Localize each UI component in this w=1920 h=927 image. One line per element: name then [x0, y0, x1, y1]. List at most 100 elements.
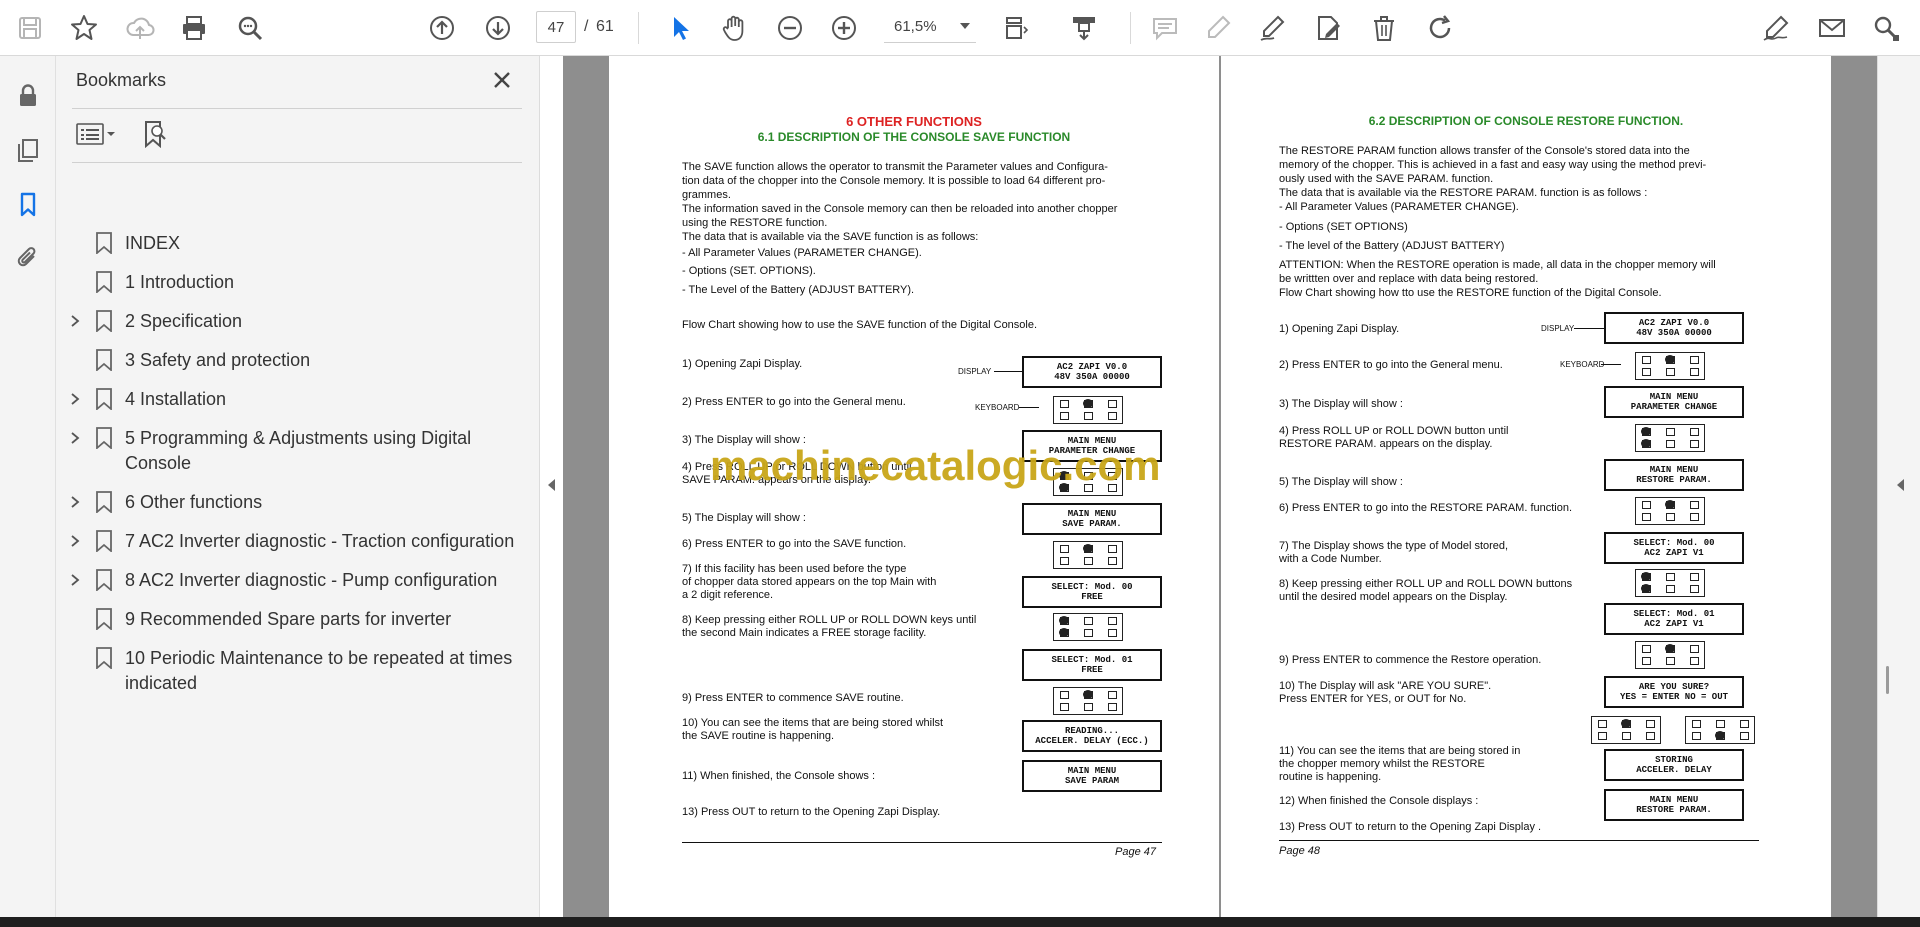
console-display: SELECT: Mod. 00 FREE: [1022, 576, 1162, 608]
chevron-right-icon[interactable]: [70, 574, 80, 586]
step-text: 12) When finished the Console displays :: [1279, 795, 1479, 807]
bookmark-flag-icon: [96, 530, 112, 552]
console-display: SELECT: Mod. 01 FREE: [1022, 649, 1162, 681]
bookmark-flag-icon: [96, 647, 112, 669]
bookmark-flag-icon: [96, 427, 112, 449]
bookmark-label: 10 Periodic Maintenance to be repeated a…: [125, 648, 513, 693]
bookmark-label: 8 AC2 Inverter diagnostic - Pump configu…: [125, 570, 498, 590]
display-label: DISPLAY: [1541, 324, 1575, 333]
bullet-item: - The level of the Battery (ADJUST BATTE…: [1279, 240, 1505, 252]
bookmark-flag-icon: [96, 608, 112, 630]
step-text: 7) If this facility has been used before…: [682, 563, 937, 601]
page-number-input[interactable]: 47: [536, 11, 576, 43]
select-cursor-icon[interactable]: [660, 8, 700, 48]
chevron-right-icon[interactable]: [70, 315, 80, 327]
console-display: MAIN MENU SAVE PARAM.: [1022, 503, 1162, 535]
display-line: YES = ENTER NO = OUT: [1619, 692, 1729, 702]
chevron-right-icon[interactable]: [70, 496, 80, 508]
close-icon[interactable]: [488, 66, 516, 94]
chevron-right-icon[interactable]: [70, 535, 80, 547]
taskbar-strip: [0, 917, 1920, 927]
scrollbar-thumb[interactable]: [1886, 666, 1889, 694]
step-text: 5) The Display will show :: [682, 512, 806, 524]
keyboard-diagram: [1635, 569, 1705, 597]
display-line: SELECT: Mod. 01: [1633, 609, 1715, 619]
console-display: READING... ACCELER. DELAY (ECC.): [1022, 720, 1162, 752]
highlight-icon[interactable]: [1198, 8, 1238, 48]
attachment-icon[interactable]: [8, 238, 48, 278]
collapse-panel-icon[interactable]: [546, 478, 556, 492]
bookmark-flag-icon: [96, 232, 112, 254]
bookmark-label: INDEX: [125, 233, 181, 253]
page-up-icon[interactable]: [422, 8, 462, 48]
page-footer: Page 48: [1279, 845, 1320, 857]
intro-paragraph: The RESTORE PARAM function allows transf…: [1279, 145, 1707, 213]
draw-icon[interactable]: [1252, 8, 1292, 48]
print-icon[interactable]: [174, 8, 214, 48]
bullet-item: - All Parameter Values (PARAMETER CHANGE…: [682, 247, 922, 259]
zoom-search-icon[interactable]: [230, 8, 270, 48]
cloud-upload-icon[interactable]: [120, 8, 160, 48]
bookmark-flag-icon: [96, 491, 112, 513]
console-display: AC2 ZAPI V0.0 48V 350A 00000: [1022, 356, 1162, 388]
display-line: SELECT: Mod. 00: [1051, 582, 1133, 592]
bullet-item: - Options (SET. OPTIONS).: [682, 265, 816, 277]
step-text: 3) The Display will show :: [1279, 398, 1403, 410]
page-subheading: 6.2 DESCRIPTION OF CONSOLE RESTORE FUNCT…: [1368, 114, 1684, 128]
page-subheading: 6.1 DESCRIPTION OF THE CONSOLE SAVE FUNC…: [757, 130, 1071, 144]
step-text: 4) Press ROLL UP or ROLL DOWN button unt…: [1279, 425, 1509, 450]
zoom-in-icon[interactable]: [824, 8, 864, 48]
display-line: MAIN MENU: [1649, 465, 1699, 475]
display-line: AC2 ZAPI V1: [1644, 619, 1704, 629]
pages-icon[interactable]: [8, 130, 48, 170]
bookmark-icon[interactable]: [8, 184, 48, 224]
display-line: MAIN MENU: [1649, 392, 1699, 402]
step-text: 2) Press ENTER to go into the General me…: [1279, 359, 1503, 371]
comment-icon[interactable]: [1145, 8, 1185, 48]
keyboard-diagram: [1591, 716, 1661, 744]
bookmark-label: 5 Programming & Adjustments using Digita…: [125, 428, 472, 473]
chevron-right-icon[interactable]: [70, 393, 80, 405]
hand-icon[interactable]: [714, 8, 754, 48]
step-text: 5) The Display will show :: [1279, 476, 1403, 488]
mail-icon[interactable]: [1812, 8, 1852, 48]
delete-icon[interactable]: [1364, 8, 1404, 48]
display-line: 48V 350A 00000: [1636, 328, 1712, 338]
display-line: MAIN MENU: [1649, 795, 1699, 805]
step-text: 13) Press OUT to return to the Opening Z…: [682, 806, 941, 818]
panel-title: Bookmarks: [76, 70, 167, 90]
edit-icon[interactable]: [1308, 8, 1348, 48]
page-down-icon[interactable]: [478, 8, 518, 48]
console-display: STORING ACCELER. DELAY: [1604, 749, 1744, 781]
display-line: ACCELER. DELAY: [1636, 765, 1712, 775]
keyboard-label: KEYBOARD: [975, 403, 1020, 412]
bookmark-label: 7 AC2 Inverter diagnostic - Traction con…: [125, 531, 515, 551]
page-heading: 6 OTHER FUNCTIONS: [846, 114, 982, 129]
keyboard-diagram: [1053, 396, 1123, 424]
options-menu-button[interactable]: [76, 118, 116, 150]
sign-icon[interactable]: [1756, 8, 1796, 48]
new-bookmark-button[interactable]: [140, 118, 168, 150]
expand-right-panel-icon[interactable]: [1895, 478, 1905, 492]
panel-divider: [72, 108, 522, 109]
lock-icon[interactable]: [8, 76, 48, 116]
page-total: 61: [596, 18, 614, 35]
display-line: AC2 ZAPI V0.0: [1638, 318, 1710, 328]
display-line: AC2 ZAPI V0.0: [1056, 362, 1128, 372]
save-icon[interactable]: [10, 8, 50, 48]
more-icon[interactable]: [1866, 8, 1906, 48]
star-icon[interactable]: [64, 8, 104, 48]
right-scroll-strip[interactable]: [1877, 56, 1920, 917]
rotate-icon[interactable]: [1420, 8, 1460, 48]
chevron-right-icon[interactable]: [70, 432, 80, 444]
zoom-out-icon[interactable]: [770, 8, 810, 48]
bookmark-label: 3 Safety and protection: [125, 350, 311, 370]
scroll-mode-icon[interactable]: [1064, 8, 1104, 48]
bookmark-flag-icon: [96, 271, 112, 293]
step-text: 2) Press ENTER to go into the General me…: [682, 396, 906, 408]
fit-page-icon[interactable]: [996, 8, 1036, 48]
display-line: ARE YOU SURE?: [1638, 682, 1710, 692]
step-text: 1) Opening Zapi Display.: [682, 358, 803, 370]
zoom-select[interactable]: 61,5%: [884, 11, 976, 43]
attention-paragraph: ATTENTION: When the RESTORE operation is…: [1279, 259, 1716, 299]
